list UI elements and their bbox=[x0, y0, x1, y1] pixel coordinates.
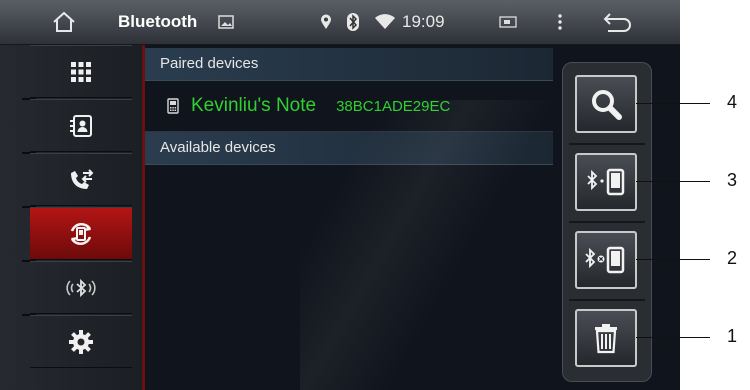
delete-device-button[interactable] bbox=[575, 309, 637, 367]
sidebar-item-apps[interactable] bbox=[30, 45, 132, 98]
paired-device-row[interactable]: Kevinliu's Note 38BC1ADE29EC bbox=[145, 81, 553, 132]
available-devices-header: Available devices bbox=[145, 132, 553, 165]
bt-disconnect-phone-icon bbox=[585, 246, 625, 274]
settings-gear-icon bbox=[69, 329, 93, 354]
page-title: Bluetooth bbox=[118, 12, 198, 31]
location-pin-icon bbox=[318, 0, 334, 44]
sidebar-item-settings[interactable] bbox=[30, 315, 132, 368]
sidebar-item-call-log[interactable] bbox=[30, 153, 132, 206]
phone-icon bbox=[167, 98, 179, 114]
head-unit-screen: Bluetooth 19:09 Paired devices Kevinliu'… bbox=[0, 0, 680, 390]
clock: 19:09 bbox=[402, 12, 445, 31]
callout-line-3 bbox=[636, 181, 710, 182]
device-name: Kevinliu's Note bbox=[191, 95, 317, 116]
contacts-icon bbox=[70, 114, 92, 137]
apps-grid-icon bbox=[71, 61, 91, 82]
callout-number-3: 3 bbox=[727, 170, 738, 190]
sidebar-item-bt-devices[interactable] bbox=[30, 207, 132, 260]
device-list: Paired devices Kevinliu's Note 38BC1ADE2… bbox=[145, 48, 553, 165]
image-icon bbox=[215, 0, 237, 44]
back-icon[interactable] bbox=[600, 0, 634, 44]
wifi-icon bbox=[373, 0, 397, 44]
sidebar bbox=[0, 45, 145, 390]
callout-line-1 bbox=[636, 337, 710, 338]
bluetooth-audio-icon bbox=[66, 278, 96, 297]
search-icon bbox=[592, 90, 622, 120]
action-panel bbox=[562, 62, 652, 382]
callout-number-1: 1 bbox=[727, 326, 738, 346]
disconnect-device-button[interactable] bbox=[575, 231, 637, 289]
connect-device-button[interactable] bbox=[575, 153, 637, 211]
more-vert-icon[interactable] bbox=[555, 0, 565, 44]
battery-icon bbox=[498, 0, 518, 44]
call-log-icon bbox=[71, 168, 94, 189]
bt-device-sync-icon bbox=[70, 222, 92, 245]
device-address: 38BC1ADE29EC bbox=[336, 97, 451, 115]
home-icon[interactable] bbox=[50, 0, 78, 44]
sidebar-item-bt-audio[interactable] bbox=[30, 261, 132, 314]
callout-line-2 bbox=[636, 259, 710, 260]
bt-connect-phone-icon bbox=[587, 168, 625, 196]
callout-number-4: 4 bbox=[727, 92, 738, 112]
sidebar-item-contacts[interactable] bbox=[30, 99, 132, 152]
callout-line-4 bbox=[636, 103, 710, 104]
paired-devices-header: Paired devices bbox=[145, 48, 553, 81]
search-devices-button[interactable] bbox=[575, 75, 637, 133]
trash-icon bbox=[595, 324, 617, 354]
status-bar: Bluetooth 19:09 bbox=[0, 0, 680, 45]
bluetooth-icon bbox=[346, 0, 360, 44]
callout-number-2: 2 bbox=[727, 248, 738, 268]
